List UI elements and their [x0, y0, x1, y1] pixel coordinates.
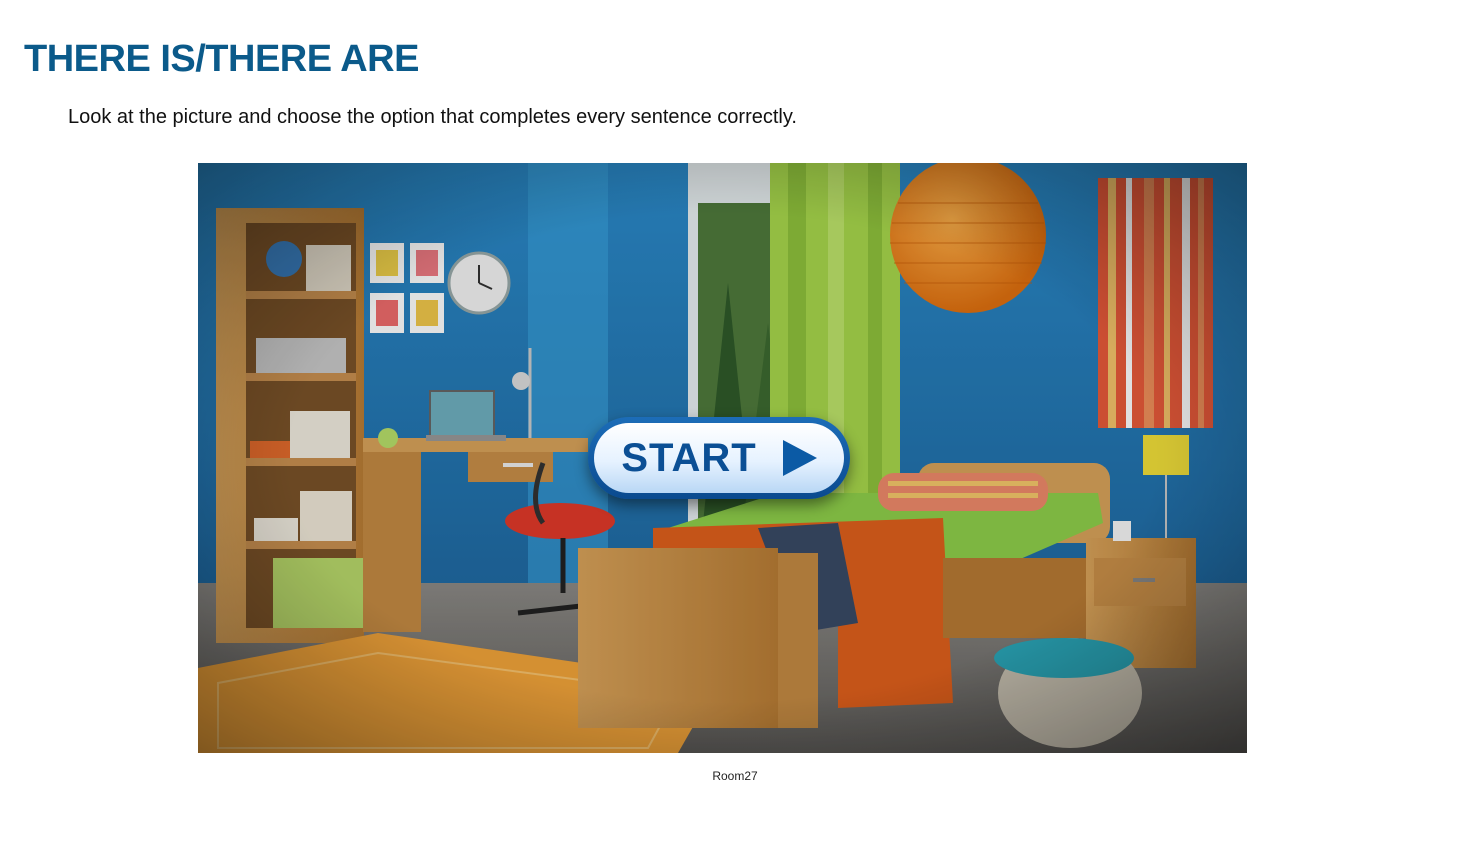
play-icon: [782, 440, 817, 476]
start-button-face: START: [594, 423, 844, 493]
start-label: START: [621, 435, 757, 480]
instructions-text: Look at the picture and choose the optio…: [68, 106, 797, 128]
page-title: THERE IS/THERE ARE: [24, 38, 419, 80]
bedroom-scene-image: START: [198, 163, 1247, 753]
start-button[interactable]: START: [588, 417, 850, 499]
image-caption: Room27: [712, 769, 758, 783]
